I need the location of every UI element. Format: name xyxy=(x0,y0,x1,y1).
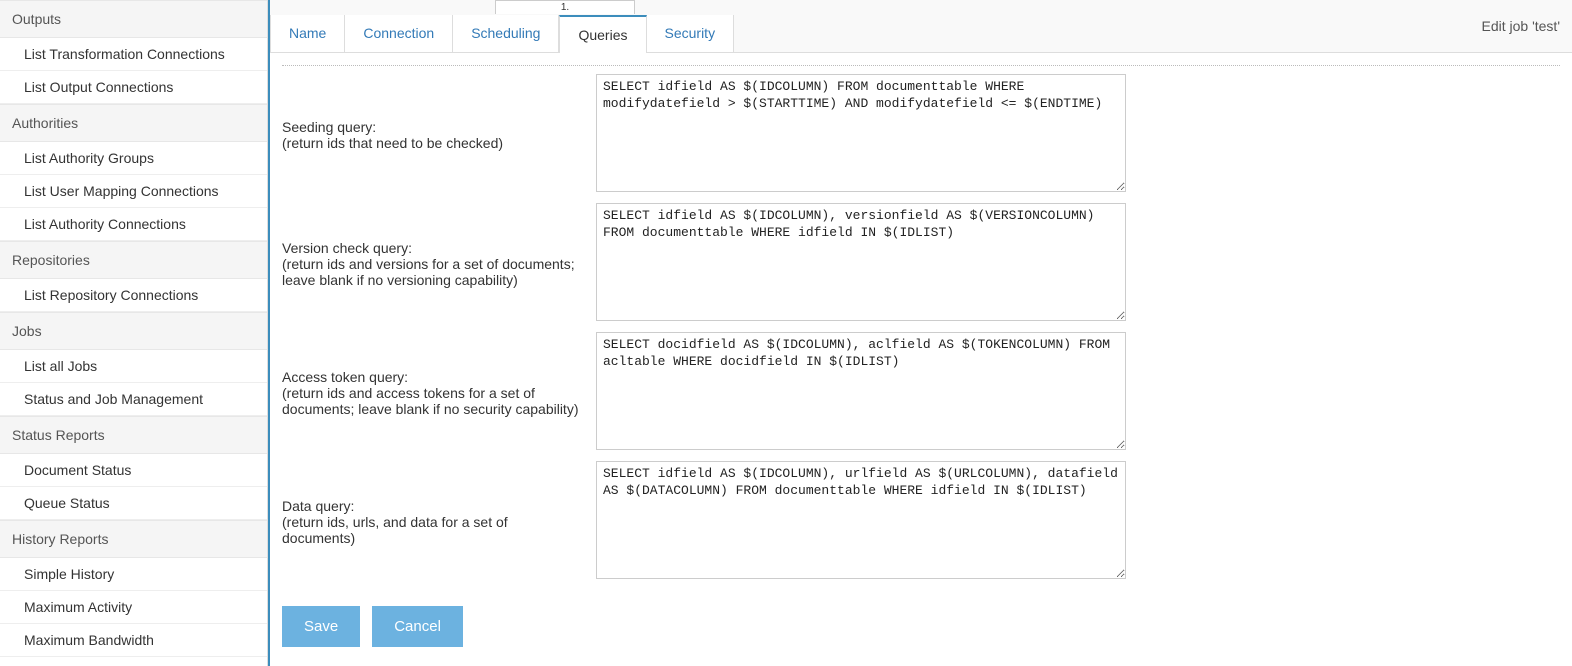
topbar: 1. Name Connection Scheduling Queries Se… xyxy=(270,0,1572,53)
nav-header-outputs: Outputs xyxy=(0,0,267,38)
tab-queries[interactable]: Queries xyxy=(559,15,646,53)
seeding-query-label: Seeding query: (return ids that need to … xyxy=(282,74,596,195)
tab-connection[interactable]: Connection xyxy=(345,15,453,52)
data-query-row: Data query: (return ids, urls, and data … xyxy=(282,461,1560,582)
query-form: Seeding query: (return ids that need to … xyxy=(282,65,1560,582)
nav-item-output-connections[interactable]: List Output Connections xyxy=(0,71,267,104)
nav-header-jobs: Jobs xyxy=(0,312,267,350)
seeding-query-title: Seeding query: xyxy=(282,119,584,135)
button-row: Save Cancel xyxy=(282,606,1560,647)
version-query-sub: (return ids and versions for a set of do… xyxy=(282,256,584,288)
tab-scheduling[interactable]: Scheduling xyxy=(453,15,559,52)
nav-item-authority-connections[interactable]: List Authority Connections xyxy=(0,208,267,241)
data-query-title: Data query: xyxy=(282,498,584,514)
access-query-title: Access token query: xyxy=(282,369,584,385)
nav-item-repository-connections[interactable]: List Repository Connections xyxy=(0,279,267,312)
save-button[interactable]: Save xyxy=(282,606,360,647)
seeding-query-sub: (return ids that need to be checked) xyxy=(282,135,584,151)
data-query-sub: (return ids, urls, and data for a set of… xyxy=(282,514,584,546)
nav-header-history-reports: History Reports xyxy=(0,520,267,558)
cancel-button[interactable]: Cancel xyxy=(372,606,463,647)
version-query-title: Version check query: xyxy=(282,240,584,256)
nav-item-maximum-bandwidth[interactable]: Maximum Bandwidth xyxy=(0,624,267,657)
nav-item-user-mapping-connections[interactable]: List User Mapping Connections xyxy=(0,175,267,208)
access-query-row: Access token query: (return ids and acce… xyxy=(282,332,1560,453)
tab-security[interactable]: Security xyxy=(647,15,735,52)
version-query-input[interactable] xyxy=(596,203,1126,321)
data-query-label: Data query: (return ids, urls, and data … xyxy=(282,461,596,582)
tab-step-indicator: 1. xyxy=(495,0,635,14)
seeding-query-row: Seeding query: (return ids that need to … xyxy=(282,74,1560,195)
access-query-sub: (return ids and access tokens for a set … xyxy=(282,385,584,417)
tab-name[interactable]: Name xyxy=(270,15,345,52)
sidebar-nav: Outputs List Transformation Connections … xyxy=(0,0,268,666)
nav-item-result-histogram[interactable]: Result Histogram xyxy=(0,657,267,666)
nav-item-transformation-connections[interactable]: List Transformation Connections xyxy=(0,38,267,71)
nav-item-document-status[interactable]: Document Status xyxy=(0,454,267,487)
data-query-input[interactable] xyxy=(596,461,1126,579)
seeding-query-input[interactable] xyxy=(596,74,1126,192)
nav-item-maximum-activity[interactable]: Maximum Activity xyxy=(0,591,267,624)
nav-item-queue-status[interactable]: Queue Status xyxy=(0,487,267,520)
nav-item-authority-groups[interactable]: List Authority Groups xyxy=(0,142,267,175)
nav-header-status-reports: Status Reports xyxy=(0,416,267,454)
nav-header-authorities: Authorities xyxy=(0,104,267,142)
nav-item-status-job-management[interactable]: Status and Job Management xyxy=(0,383,267,416)
access-query-input[interactable] xyxy=(596,332,1126,450)
nav-item-list-all-jobs[interactable]: List all Jobs xyxy=(0,350,267,383)
main-panel: 1. Name Connection Scheduling Queries Se… xyxy=(268,0,1572,666)
edit-job-label: Edit job 'test' xyxy=(1482,18,1561,34)
content-area: Seeding query: (return ids that need to … xyxy=(270,53,1572,666)
tabs: Name Connection Scheduling Queries Secur… xyxy=(270,15,734,52)
version-query-row: Version check query: (return ids and ver… xyxy=(282,203,1560,324)
nav-item-simple-history[interactable]: Simple History xyxy=(0,558,267,591)
access-query-label: Access token query: (return ids and acce… xyxy=(282,332,596,453)
version-query-label: Version check query: (return ids and ver… xyxy=(282,203,596,324)
nav-header-repositories: Repositories xyxy=(0,241,267,279)
